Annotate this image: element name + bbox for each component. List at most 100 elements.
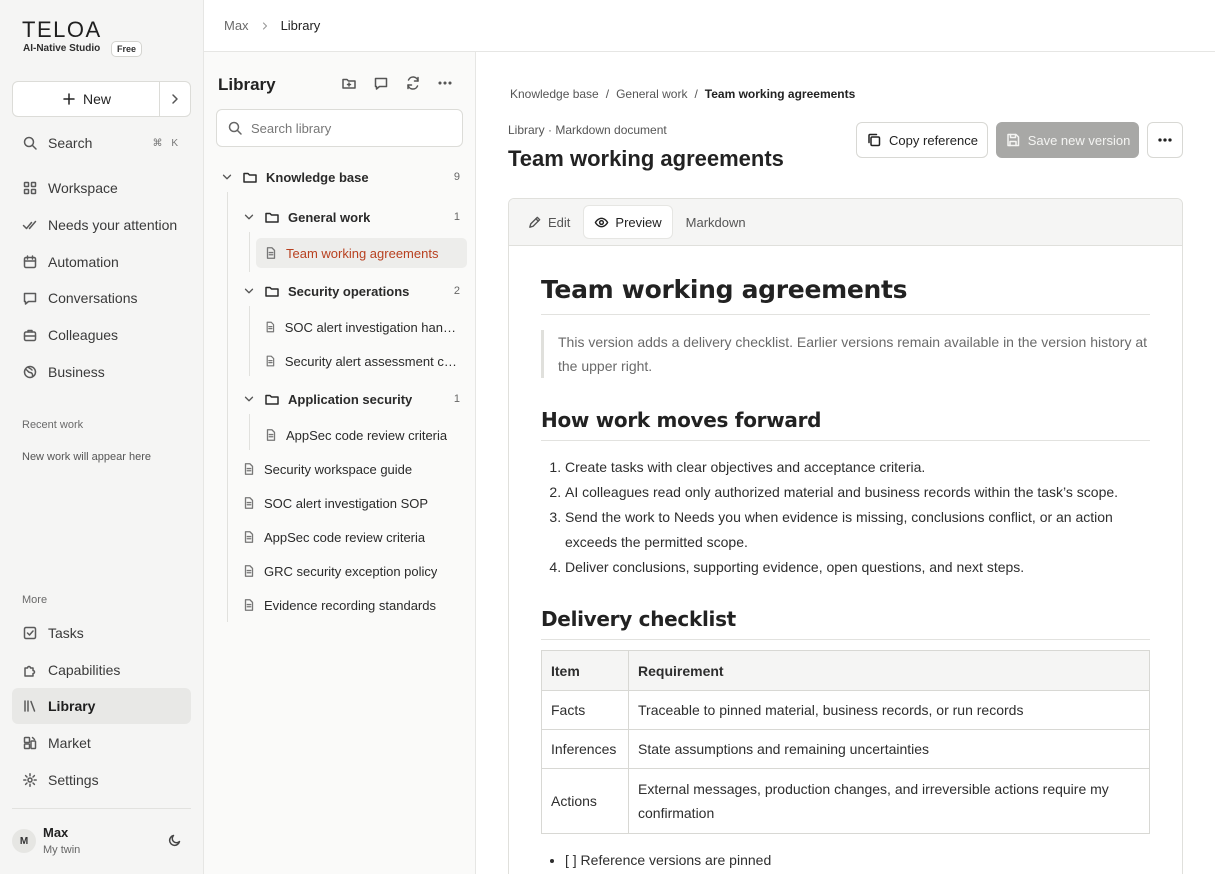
tree-doc-workspace-guide[interactable]: Security workspace guide <box>242 454 462 484</box>
breadcrumb: Knowledge base / General work / Team wor… <box>510 87 855 101</box>
more-horizontal-icon[interactable] <box>437 75 453 91</box>
sidebar-item-tasks[interactable]: Tasks <box>12 615 191 651</box>
brand-logo[interactable]: TELOA <box>22 17 102 43</box>
tree-doc-evidence-standards[interactable]: Evidence recording standards <box>242 590 462 620</box>
search-shortcut: ⌘ K <box>152 137 181 149</box>
chevron-right-icon <box>172 94 178 104</box>
sidebar-item-capabilities[interactable]: Capabilities <box>12 652 191 688</box>
sidebar-item-search[interactable]: Search ⌘ K <box>12 125 191 161</box>
tree-count: 1 <box>453 393 460 405</box>
search-icon <box>228 121 242 135</box>
folder-icon <box>265 394 279 405</box>
tree-label: GRC security exception policy <box>264 563 438 579</box>
folder-icon <box>265 286 279 297</box>
breadcrumb-item[interactable]: Knowledge base <box>510 87 599 101</box>
avatar[interactable]: M <box>12 829 36 853</box>
tree-label: SOC alert investigation handbook <box>284 319 461 335</box>
tree-doc-appsec-criteria-root[interactable]: AppSec code review criteria <box>242 522 462 552</box>
list-item: Create tasks with clear objectives and a… <box>565 455 1150 480</box>
tree-label: Security workspace guide <box>264 461 413 477</box>
new-folder-icon[interactable] <box>341 75 357 91</box>
library-panel: Library Knowledge base 9 General work 1 … <box>204 52 476 874</box>
chat-icon <box>23 292 37 305</box>
table-row: Actions External messages, production ch… <box>541 768 1150 834</box>
new-menu-button[interactable] <box>160 82 190 116</box>
breadcrumb-item[interactable]: Max <box>224 18 249 33</box>
sidebar-item-label: Automation <box>48 254 119 270</box>
sidebar-item-conversations[interactable]: Conversations <box>12 280 191 316</box>
document-icon <box>244 531 254 543</box>
document-icon <box>266 429 276 441</box>
new-button-label: New <box>82 91 111 107</box>
tab-markdown[interactable]: Markdown <box>676 206 756 238</box>
document-icon <box>244 565 254 577</box>
new-button[interactable]: New <box>13 82 160 116</box>
document-icon <box>266 321 275 333</box>
globe-icon <box>23 365 37 379</box>
sidebar-item-market[interactable]: Market <box>12 725 191 761</box>
recent-work-label: Recent work <box>22 419 84 431</box>
calendar-icon <box>23 255 37 269</box>
tree-folder-application-security[interactable]: Application security 1 <box>242 384 460 414</box>
sidebar: TELOA AI-Native Studio Free New Search ⌘… <box>0 0 204 874</box>
grid-icon <box>23 181 37 195</box>
tree-doc-soc-sop[interactable]: SOC alert investigation SOP <box>242 488 462 518</box>
tab-edit[interactable]: Edit <box>517 206 580 238</box>
tree-doc-grc-policy[interactable]: GRC security exception policy <box>242 556 462 586</box>
tree-doc-alert-assessment[interactable]: Security alert assessment criteria <box>256 346 461 376</box>
tree-label: General work <box>288 209 371 225</box>
sidebar-item-workspace[interactable]: Workspace <box>12 170 191 206</box>
more-horizontal-icon <box>1158 138 1172 142</box>
sidebar-item-settings[interactable]: Settings <box>12 762 191 798</box>
workflow-steps: Create tasks with clear objectives and a… <box>541 455 1150 579</box>
user-name[interactable]: Max <box>43 825 68 840</box>
list-item: AI colleagues read only authorized mater… <box>565 480 1150 505</box>
document-more-button[interactable] <box>1147 122 1183 158</box>
sidebar-item-label: Colleagues <box>48 327 119 343</box>
checkbox-icon <box>23 626 37 640</box>
save-new-version-button[interactable]: Save new version <box>996 122 1139 158</box>
tree-folder-security-operations[interactable]: Security operations 2 <box>242 276 460 306</box>
preview-heading: Team working agreements <box>541 275 1150 315</box>
sidebar-item-label: Capabilities <box>48 662 121 678</box>
store-icon <box>23 736 37 750</box>
copy-reference-button[interactable]: Copy reference <box>856 122 988 158</box>
tree-label: Security alert assessment criteria <box>284 353 461 369</box>
theme-toggle-button[interactable] <box>167 832 183 848</box>
more-label: More <box>22 594 48 606</box>
document-icon <box>244 463 254 475</box>
library-toolbar <box>341 75 453 91</box>
refresh-icon[interactable] <box>405 75 421 91</box>
table-cell: Inferences <box>541 729 629 769</box>
comment-icon[interactable] <box>373 75 389 91</box>
sidebar-item-business[interactable]: Business <box>12 354 191 390</box>
chevron-right-icon <box>262 21 267 30</box>
table-row: Inferences State assumptions and remaini… <box>541 729 1150 769</box>
tree-label: Knowledge base <box>266 169 369 185</box>
sidebar-item-needs-attention[interactable]: Needs your attention <box>12 207 191 243</box>
pencil-icon <box>529 216 541 228</box>
tree-folder-general-work[interactable]: General work 1 <box>242 202 460 232</box>
breadcrumb-current: Library <box>280 18 321 33</box>
sidebar-item-colleagues[interactable]: Colleagues <box>12 317 191 353</box>
sidebar-item-library[interactable]: Library <box>12 688 191 724</box>
document-meta: Library · Markdown document <box>508 123 667 137</box>
search-input[interactable] <box>251 120 451 136</box>
sidebar-item-label: Search <box>48 135 93 151</box>
sidebar-item-automation[interactable]: Automation <box>12 244 191 280</box>
books-icon <box>24 700 36 712</box>
check-double-icon <box>22 220 37 230</box>
copy-reference-label: Copy reference <box>889 132 978 148</box>
top-breadcrumb: Max Library <box>204 0 1215 52</box>
tab-preview[interactable]: Preview <box>584 206 672 238</box>
plus-icon <box>63 93 75 105</box>
sidebar-item-label: Tasks <box>48 625 84 641</box>
table-cell: External messages, production changes, a… <box>628 768 1150 834</box>
markdown-preview: Team working agreements This version add… <box>541 246 1150 872</box>
list-item: Send the work to Needs you when evidence… <box>565 505 1150 554</box>
tree-doc-appsec-criteria[interactable]: AppSec code review criteria <box>256 420 461 450</box>
tree-doc-team-working-agreements[interactable]: Team working agreements <box>256 238 467 268</box>
breadcrumb-item[interactable]: General work <box>616 87 687 101</box>
tree-doc-soc-handbook[interactable]: SOC alert investigation handbook <box>256 312 461 342</box>
tree-folder-knowledge-base[interactable]: Knowledge base 9 <box>220 162 460 192</box>
